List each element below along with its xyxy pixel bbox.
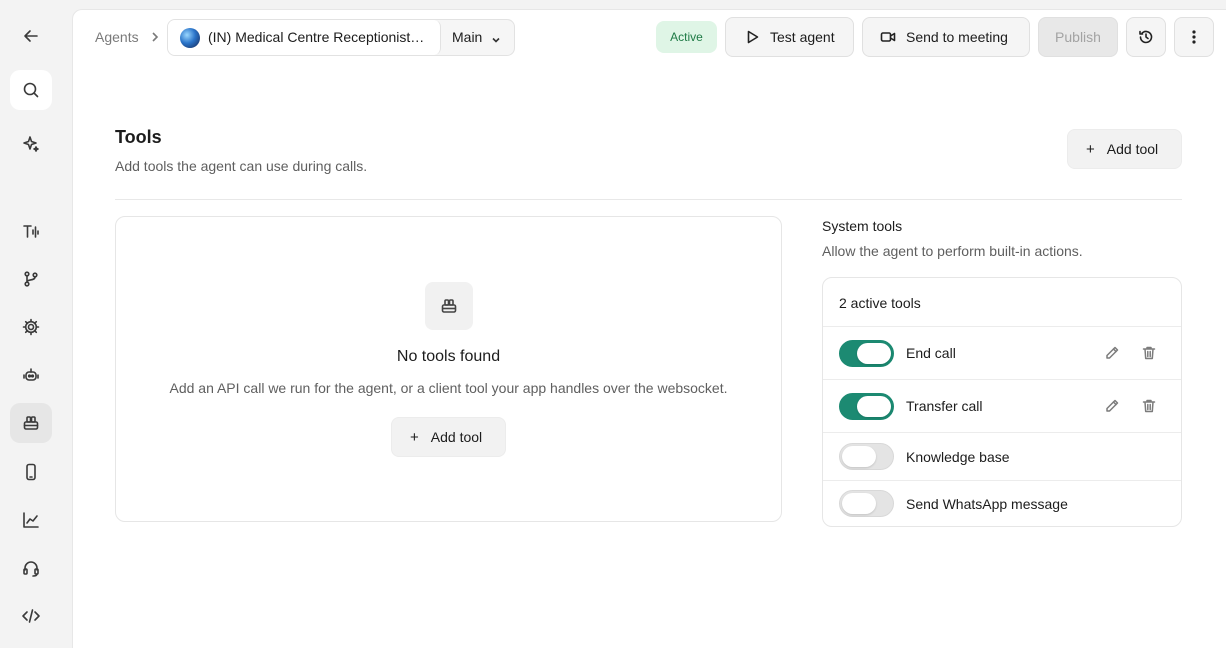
system-tool-row: End call (823, 326, 1181, 379)
chart-icon[interactable] (10, 500, 52, 540)
test-agent-button[interactable]: Test agent (725, 17, 854, 57)
system-tools-title: System tools (822, 218, 903, 234)
empty-state-title: No tools found (396, 348, 501, 365)
chevron-down-icon[interactable] (491, 32, 501, 43)
branch-icon[interactable] (10, 259, 52, 299)
sparkle-icon[interactable] (10, 124, 52, 164)
agent-selector: (IN) Medical Centre Receptionist… Main (167, 19, 515, 56)
publish-label: Publish (1055, 29, 1101, 45)
system-tool-label: Knowledge base (906, 449, 1010, 465)
send-to-meeting-label: Send to meeting (906, 29, 1008, 45)
main-panel: Agents (IN) Medical Centre Receptionist…… (72, 9, 1226, 648)
history-icon (1139, 30, 1153, 44)
pencil-icon[interactable] (1104, 398, 1122, 416)
empty-tools-card: No tools found Add an API call we run fo… (115, 216, 782, 522)
play-icon (747, 30, 759, 44)
branch-selector[interactable]: Main (452, 29, 482, 45)
pencil-icon[interactable] (1104, 345, 1122, 363)
system-tools-subtitle: Allow the agent to perform built-in acti… (822, 243, 1083, 259)
more-vertical-icon (1192, 30, 1196, 44)
code-icon[interactable] (10, 596, 52, 636)
more-options-button[interactable] (1174, 17, 1214, 57)
send-whatsapp-toggle[interactable] (839, 490, 894, 517)
empty-state-description: Add an API call we run for the agent, or… (169, 380, 728, 396)
send-to-meeting-button[interactable]: Send to meeting (862, 17, 1030, 57)
robot-icon[interactable] (10, 355, 52, 395)
system-tool-row: Send WhatsApp message (823, 480, 1181, 526)
end-call-toggle[interactable] (839, 340, 894, 367)
empty-add-tool-button[interactable]: + Add tool (391, 417, 506, 457)
headset-icon[interactable] (10, 548, 52, 588)
system-tool-label: Send WhatsApp message (906, 496, 1068, 512)
add-tool-label: Add tool (1106, 141, 1159, 157)
phone-icon[interactable] (10, 452, 52, 492)
transfer-call-toggle[interactable] (839, 393, 894, 420)
agent-name-button[interactable]: (IN) Medical Centre Receptionist… (168, 20, 441, 55)
chevron-right-icon (149, 30, 161, 44)
back-arrow-icon[interactable] (10, 16, 52, 56)
status-badge: Active (656, 21, 717, 53)
plus-icon: + (410, 428, 419, 446)
test-agent-label: Test agent (770, 29, 835, 45)
tools-icon (425, 282, 473, 330)
trash-icon[interactable] (1141, 398, 1159, 416)
trash-icon[interactable] (1141, 345, 1159, 363)
tools-icon[interactable] (10, 403, 52, 443)
agent-avatar (180, 28, 200, 48)
plus-icon: + (1086, 140, 1095, 158)
search-icon[interactable] (10, 70, 52, 110)
tools-subtitle: Add tools the agent can use during calls… (115, 158, 368, 174)
system-tool-label: End call (906, 345, 956, 361)
gear-icon[interactable] (10, 307, 52, 347)
add-tool-label: Add tool (430, 429, 483, 445)
divider (115, 199, 1182, 200)
agent-name: (IN) Medical Centre Receptionist… (208, 29, 425, 45)
system-tools-card: 2 active tools End call Transfer call Kn… (822, 277, 1182, 527)
system-tool-row: Knowledge base (823, 432, 1181, 480)
knowledge-base-toggle[interactable] (839, 443, 894, 470)
voice-icon[interactable] (10, 211, 52, 251)
breadcrumb-agents[interactable]: Agents (95, 29, 139, 45)
sidebar (0, 0, 64, 648)
video-icon (880, 32, 896, 42)
active-tools-count: 2 active tools (839, 295, 921, 311)
add-tool-button[interactable]: + Add tool (1067, 129, 1182, 169)
system-tool-label: Transfer call (906, 398, 983, 414)
tools-title: Tools (115, 127, 162, 147)
publish-button[interactable]: Publish (1038, 17, 1118, 57)
history-button[interactable] (1126, 17, 1166, 57)
system-tool-row: Transfer call (823, 379, 1181, 432)
